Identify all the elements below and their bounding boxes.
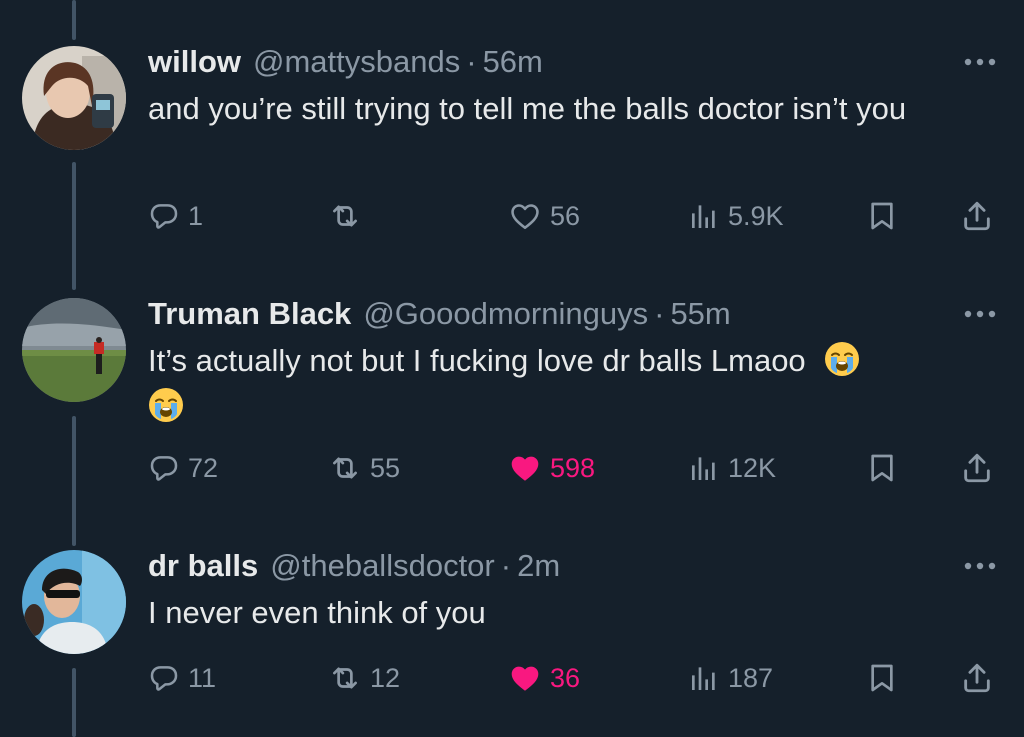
- retweet-count: 12: [370, 662, 401, 693]
- reply-icon: [150, 666, 178, 691]
- bookmark-button[interactable]: [866, 656, 898, 700]
- like-button[interactable]: 36: [508, 656, 580, 700]
- retweet-icon: [333, 667, 357, 689]
- avatar[interactable]: [22, 550, 126, 654]
- views-button[interactable]: 187: [688, 656, 773, 700]
- more-button[interactable]: [960, 546, 1000, 586]
- timestamp[interactable]: 2m: [517, 546, 560, 586]
- retweet-button[interactable]: 12: [328, 656, 400, 700]
- like-icon: [511, 666, 539, 691]
- like-count: 36: [550, 662, 581, 693]
- share-button[interactable]: [960, 656, 994, 700]
- tweet[interactable]: dr balls @theballsdoctor · 2m I never ev…: [0, 0, 1024, 737]
- views-icon: [692, 667, 715, 690]
- reply-button[interactable]: 11: [148, 656, 216, 700]
- tweet-text: I never even think of you: [148, 595, 486, 630]
- share-icon: [964, 663, 990, 693]
- username[interactable]: @theballsdoctor: [270, 546, 494, 586]
- separator-dot: ·: [500, 548, 512, 583]
- display-name[interactable]: dr balls: [148, 546, 258, 586]
- tweet-header: dr balls @theballsdoctor · 2m: [148, 546, 560, 586]
- reply-count: 11: [188, 662, 217, 693]
- views-count: 187: [728, 662, 774, 693]
- bookmark-icon: [871, 664, 893, 692]
- more-icon: [964, 562, 996, 570]
- action-bar: 11 12 36 187: [0, 656, 1024, 700]
